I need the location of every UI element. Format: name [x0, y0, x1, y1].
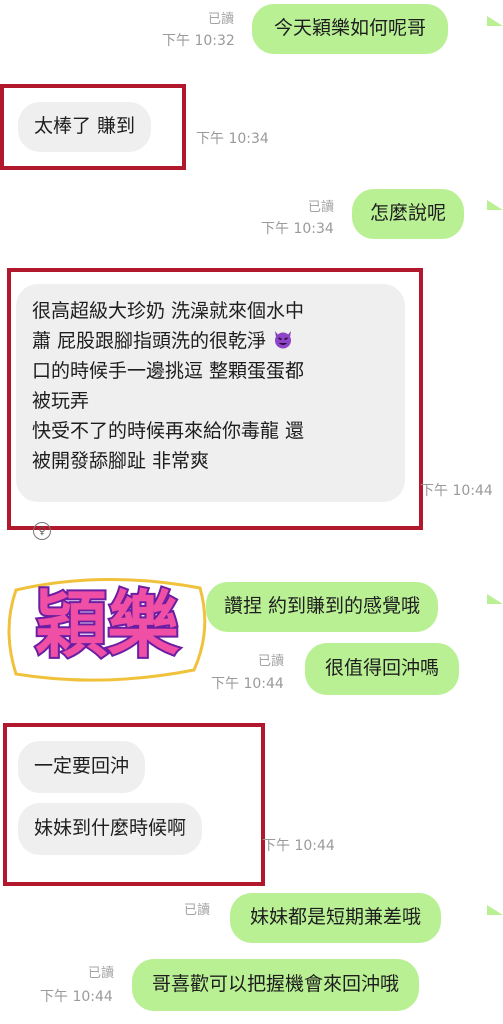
read-receipt: 已讀 — [208, 12, 235, 27]
sticker-text: 穎樂 — [35, 586, 180, 666]
timestamp: 下午 10:32 — [162, 33, 235, 49]
message-line: 蕭 屁股跟腳指頭洗的很乾淨 — [32, 326, 389, 356]
message-line: 很高超級大珍奶 洗澡就來個水中 — [32, 300, 305, 322]
outgoing-message-bubble[interactable]: 妹妹都是短期兼差哦 — [230, 893, 442, 943]
bubble-tail — [487, 905, 503, 915]
read-receipt: 已讀 — [308, 200, 335, 215]
outgoing-message-bubble[interactable]: 很值得回沖嗎 — [305, 643, 460, 695]
timestamp: 下午 10:44 — [211, 676, 284, 692]
outgoing-message-bubble[interactable]: 讚捏 約到賺到的感覺哦 — [206, 582, 439, 632]
read-receipt: 已讀 — [88, 966, 115, 981]
message-line: 快受不了的時候再來給你毒龍 還 — [32, 420, 305, 442]
bubble-tail — [487, 200, 503, 210]
timestamp: 下午 10:44 — [420, 483, 493, 499]
message-line: 口的時候手一邊挑逗 整顆蛋蛋都 — [32, 360, 305, 382]
message-line: 被玩弄 — [32, 390, 90, 412]
sticker[interactable]: 穎樂 — [2, 570, 212, 690]
timestamp: 下午 10:34 — [196, 131, 269, 147]
outgoing-message-bubble[interactable]: 哥喜歡可以把握機會來回沖哦 — [132, 959, 420, 1011]
incoming-message-bubble[interactable]: 一定要回沖 — [18, 741, 146, 793]
smiling-devil-icon — [275, 331, 292, 349]
bubble-tail — [487, 594, 503, 604]
read-receipt: 已讀 — [184, 903, 211, 918]
read-receipt: 已讀 — [258, 654, 285, 669]
outgoing-message-bubble[interactable]: 怎麼說呢 — [352, 189, 465, 239]
timestamp: 下午 10:44 — [262, 838, 335, 854]
outgoing-message-bubble[interactable]: 今天穎樂如何呢哥 — [252, 4, 449, 54]
reaction-icon[interactable]: ♀ — [33, 522, 51, 540]
incoming-message-bubble[interactable]: 很高超級大珍奶 洗澡就來個水中 蕭 屁股跟腳指頭洗的很乾淨 口的時候手一邊挑逗 … — [16, 284, 405, 502]
incoming-message-bubble[interactable]: 妹妹到什麼時候啊 — [18, 803, 203, 855]
timestamp: 下午 10:34 — [261, 221, 334, 237]
bubble-tail — [487, 16, 503, 26]
timestamp: 下午 10:44 — [40, 989, 113, 1005]
incoming-message-bubble[interactable]: 太棒了 賺到 — [18, 102, 152, 152]
message-line: 被開發舔腳趾 非常爽 — [32, 450, 210, 472]
